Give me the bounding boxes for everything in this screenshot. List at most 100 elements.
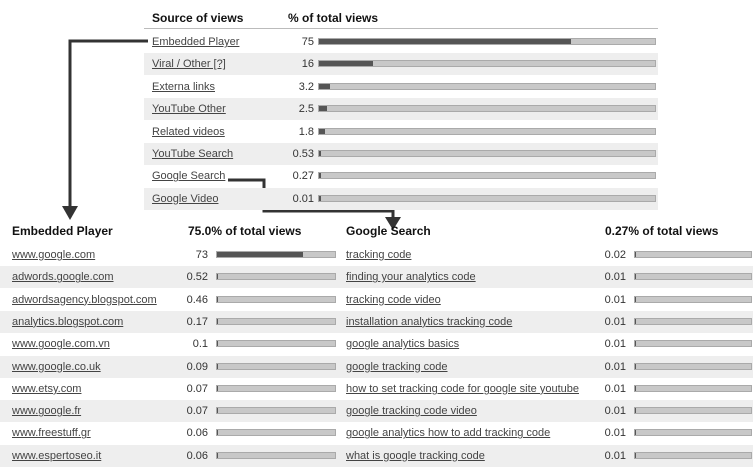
top-row-bar bbox=[318, 38, 656, 45]
top-table-row: Google Search 0.27 bbox=[144, 165, 658, 187]
right-row-link[interactable]: google tracking code video bbox=[346, 405, 477, 417]
left-row-link[interactable]: www.freestuff.gr bbox=[12, 427, 91, 439]
top-row-value: 1.8 bbox=[298, 125, 314, 138]
right-row-bar bbox=[634, 384, 752, 392]
right-row-link[interactable]: google analytics basics bbox=[346, 338, 459, 350]
top-row-bar bbox=[318, 194, 656, 202]
right-row-bar bbox=[634, 340, 752, 348]
right-row-bar-fill bbox=[635, 385, 636, 391]
top-table-row: YouTube Search 0.53 bbox=[144, 143, 658, 165]
left-row-bar-fill bbox=[217, 430, 218, 436]
top-row-bar bbox=[318, 82, 656, 90]
top-row-bar bbox=[318, 127, 656, 135]
right-row-bar bbox=[634, 273, 752, 281]
right-table-row: finding your analytics code 0.01 bbox=[340, 266, 753, 289]
top-row-bar-fill bbox=[319, 83, 330, 89]
left-row-link[interactable]: analytics.blogspot.com bbox=[12, 316, 123, 328]
right-row-link[interactable]: tracking code video bbox=[346, 294, 441, 306]
left-row-value: 0.07 bbox=[186, 382, 208, 395]
left-row-bar bbox=[216, 251, 336, 258]
left-row-link[interactable]: www.etsy.com bbox=[12, 383, 81, 395]
right-row-bar-fill bbox=[635, 318, 636, 324]
top-table-row: Related videos 1.8 bbox=[144, 121, 658, 143]
top-table-row: Externa links 3.2 bbox=[144, 76, 658, 98]
embedded-player-subtitle: 75.0% of total views bbox=[188, 224, 302, 238]
right-row-link[interactable]: how to set tracking code for google site… bbox=[346, 383, 579, 395]
left-table-row: www.freestuff.gr 0.06 bbox=[0, 422, 340, 444]
left-row-bar bbox=[216, 317, 336, 325]
right-row-link[interactable]: installation analytics tracking code bbox=[346, 316, 512, 328]
left-table-row: www.google.com.vn 0.1 bbox=[0, 333, 340, 355]
right-table-row: how to set tracking code for google site… bbox=[340, 378, 753, 400]
right-row-link[interactable]: google tracking code bbox=[346, 361, 448, 373]
right-row-bar bbox=[634, 317, 752, 325]
top-row-link[interactable]: Externa links bbox=[152, 81, 215, 93]
left-row-bar-fill bbox=[217, 296, 218, 302]
left-row-value: 0.09 bbox=[186, 360, 208, 373]
right-table-row: what is google tracking code 0.01 bbox=[340, 444, 753, 467]
right-row-value: 0.01 bbox=[604, 360, 626, 373]
left-row-bar bbox=[216, 340, 336, 348]
top-row-bar-fill bbox=[319, 39, 571, 44]
right-row-link[interactable]: tracking code bbox=[346, 249, 411, 261]
left-table-row: www.google.com 73 bbox=[0, 244, 340, 266]
right-row-bar bbox=[634, 295, 752, 303]
top-row-value: 2.5 bbox=[298, 103, 314, 116]
top-row-link[interactable]: YouTube Other bbox=[152, 103, 226, 115]
right-row-link[interactable]: what is google tracking code bbox=[346, 450, 485, 462]
right-row-bar bbox=[634, 407, 752, 415]
right-row-link[interactable]: finding your analytics code bbox=[346, 271, 476, 283]
right-row-bar bbox=[634, 362, 752, 370]
right-row-value: 0.01 bbox=[604, 315, 626, 328]
right-row-value: 0.01 bbox=[604, 293, 626, 306]
left-row-value: 0.1 bbox=[192, 338, 208, 351]
left-row-bar-fill bbox=[217, 452, 218, 458]
left-row-value: 0.07 bbox=[186, 405, 208, 418]
left-row-bar bbox=[216, 451, 336, 459]
left-row-bar-fill bbox=[217, 252, 304, 257]
left-row-link[interactable]: adwordsagency.blogspot.com bbox=[12, 294, 157, 306]
left-row-bar bbox=[216, 362, 336, 370]
right-row-bar-fill bbox=[635, 430, 636, 436]
right-row-value: 0.01 bbox=[604, 427, 626, 440]
right-row-value: 0.01 bbox=[604, 271, 626, 284]
right-row-bar-fill bbox=[635, 452, 636, 458]
right-table-row: google tracking code video 0.01 bbox=[340, 400, 753, 423]
right-row-bar-fill bbox=[635, 363, 636, 369]
top-row-value: 3.2 bbox=[298, 80, 314, 93]
top-row-value: 16 bbox=[301, 58, 314, 71]
right-row-bar-fill bbox=[635, 341, 636, 347]
left-row-value: 0.17 bbox=[186, 315, 208, 328]
top-row-link[interactable]: Related videos bbox=[152, 126, 225, 138]
left-row-value: 0.06 bbox=[186, 449, 208, 462]
top-row-link[interactable]: Viral / Other [?] bbox=[152, 58, 226, 70]
col-pct-header: % of total views bbox=[288, 11, 379, 25]
left-row-bar-fill bbox=[217, 341, 218, 347]
top-row-link[interactable]: Google Search bbox=[152, 170, 225, 182]
left-row-link[interactable]: www.google.fr bbox=[12, 405, 81, 417]
top-row-link[interactable]: YouTube Search bbox=[152, 148, 233, 160]
left-row-value: 73 bbox=[195, 249, 208, 261]
left-row-link[interactable]: www.google.co.uk bbox=[12, 361, 101, 373]
google-search-table: Google Search 0.27% of total views track… bbox=[340, 220, 753, 467]
left-row-link[interactable]: www.espertoseo.it bbox=[12, 450, 101, 462]
top-row-bar bbox=[318, 172, 656, 180]
left-row-value: 0.52 bbox=[186, 271, 208, 284]
left-row-link[interactable]: www.google.com bbox=[12, 249, 95, 261]
top-row-bar-fill bbox=[319, 173, 322, 179]
left-row-link[interactable]: www.google.com.vn bbox=[12, 338, 110, 350]
top-row-bar-fill bbox=[319, 151, 322, 156]
right-table-row: installation analytics tracking code 0.01 bbox=[340, 310, 753, 333]
col-source-header: Source of views bbox=[152, 11, 244, 25]
right-row-link[interactable]: google analytics how to add tracking cod… bbox=[346, 427, 550, 439]
left-table-row: www.espertoseo.it 0.06 bbox=[0, 444, 340, 467]
right-table-row: tracking code video 0.01 bbox=[340, 289, 753, 311]
left-row-bar-fill bbox=[217, 408, 218, 414]
left-row-value: 0.46 bbox=[186, 293, 208, 306]
right-row-bar-fill bbox=[635, 274, 636, 280]
left-table-row: adwordsagency.blogspot.com 0.46 bbox=[0, 289, 340, 311]
left-table-row: www.google.fr 0.07 bbox=[0, 400, 340, 423]
left-row-link[interactable]: adwords.google.com bbox=[12, 271, 114, 283]
top-row-link[interactable]: Google Video bbox=[152, 193, 218, 205]
top-row-link[interactable]: Embedded Player bbox=[152, 36, 239, 48]
